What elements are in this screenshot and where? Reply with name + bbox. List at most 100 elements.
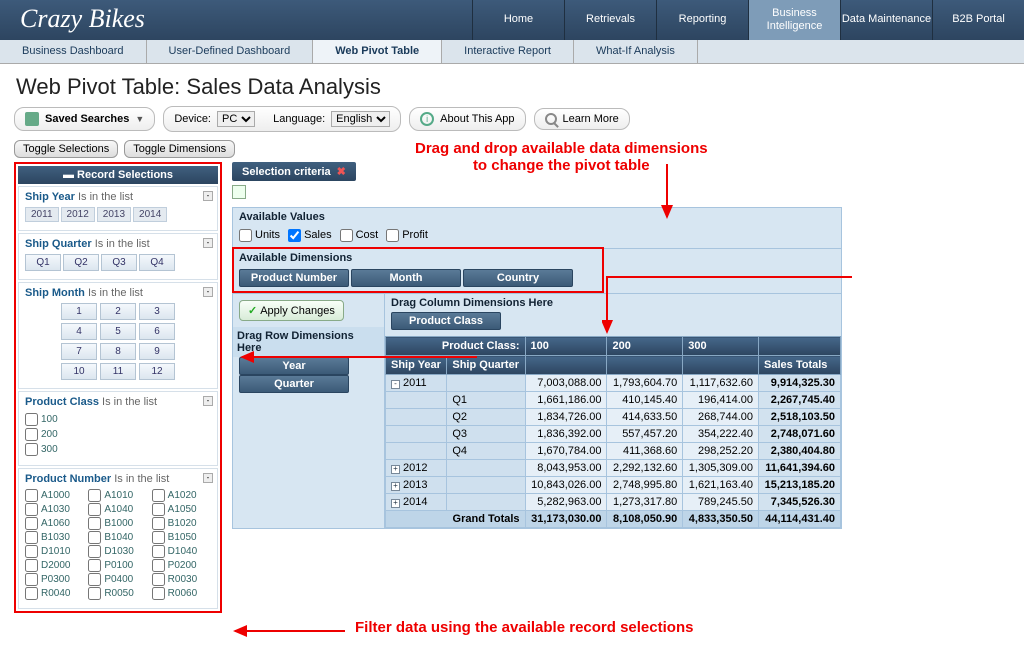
filter-checkbox[interactable]: B1030 bbox=[25, 531, 84, 544]
filter-value[interactable]: 1 bbox=[61, 303, 97, 320]
filter-checkbox[interactable]: R0050 bbox=[88, 587, 147, 600]
filter-checkbox[interactable]: A1020 bbox=[152, 489, 211, 502]
chevron-down-icon: ▼ bbox=[135, 114, 144, 124]
filter-checkbox[interactable]: D2000 bbox=[25, 559, 84, 572]
filter-checkbox[interactable]: R0030 bbox=[152, 573, 211, 586]
filter-checkbox[interactable]: A1060 bbox=[25, 517, 84, 530]
minimize-icon[interactable]: - bbox=[203, 396, 213, 406]
toggle-dimensions-button[interactable]: Toggle Dimensions bbox=[124, 140, 235, 158]
saved-searches-button[interactable]: Saved Searches ▼ bbox=[14, 107, 155, 131]
filter-value[interactable]: 7 bbox=[61, 343, 97, 360]
filter-ship-year: - Ship Year Is in the list 2011201220132… bbox=[18, 186, 218, 231]
dimension-pill[interactable]: Country bbox=[463, 269, 573, 287]
filter-checkbox[interactable]: 300 bbox=[25, 442, 211, 457]
filter-checkbox[interactable]: R0060 bbox=[152, 587, 211, 600]
topnav-item[interactable]: Business Intelligence bbox=[748, 0, 840, 40]
topnav-item[interactable]: Home bbox=[472, 0, 564, 40]
learn-more-button[interactable]: Learn More bbox=[534, 108, 630, 130]
filter-value[interactable]: 2012 bbox=[61, 207, 95, 222]
filter-checkbox[interactable]: B1040 bbox=[88, 531, 147, 544]
dimension-pill[interactable]: Product Class bbox=[391, 312, 501, 330]
filter-value[interactable]: 11 bbox=[100, 363, 136, 380]
available-dimensions-row: Product NumberMonthCountry bbox=[233, 267, 841, 293]
filter-checkbox[interactable]: A1010 bbox=[88, 489, 147, 502]
subnav-item[interactable]: Business Dashboard bbox=[0, 40, 147, 63]
filter-checkbox[interactable]: A1000 bbox=[25, 489, 84, 502]
filter-value[interactable]: 12 bbox=[139, 363, 175, 380]
about-app-button[interactable]: i About This App bbox=[409, 107, 525, 131]
filter-value[interactable]: 2011 bbox=[25, 207, 59, 222]
filter-value[interactable]: Q2 bbox=[63, 254, 99, 271]
selection-criteria-chip[interactable]: Selection criteria✖ bbox=[232, 162, 356, 181]
record-selections-panel: ▬ Record Selections - Ship Year Is in th… bbox=[14, 162, 222, 613]
filter-checkbox[interactable]: B1020 bbox=[152, 517, 211, 530]
topnav-item[interactable]: B2B Portal bbox=[932, 0, 1024, 40]
expand-icon[interactable]: + bbox=[391, 482, 400, 491]
topnav-item[interactable]: Reporting bbox=[656, 0, 748, 40]
minimize-icon[interactable]: - bbox=[203, 191, 213, 201]
topnav-item[interactable]: Retrievals bbox=[564, 0, 656, 40]
topnav-item[interactable]: Data Maintenance bbox=[840, 0, 932, 40]
row-dimensions-dropzone[interactable]: YearQuarter bbox=[233, 357, 384, 399]
filter-checkbox[interactable]: A1050 bbox=[152, 503, 211, 516]
filter-value[interactable]: Q1 bbox=[25, 254, 61, 271]
filter-checkbox[interactable]: R0040 bbox=[25, 587, 84, 600]
expand-icon[interactable]: + bbox=[391, 499, 400, 508]
filter-checkbox[interactable]: D1030 bbox=[88, 545, 147, 558]
dimension-pill[interactable]: Month bbox=[351, 269, 461, 287]
filter-value[interactable]: 2014 bbox=[133, 207, 167, 222]
minimize-icon[interactable]: - bbox=[203, 287, 213, 297]
filter-ship-quarter: - Ship Quarter Is in the list Q1Q2Q3Q4 bbox=[18, 233, 218, 280]
filter-value[interactable]: 4 bbox=[61, 323, 97, 340]
language-select[interactable]: English bbox=[331, 111, 390, 127]
filter-value[interactable]: 9 bbox=[139, 343, 175, 360]
filter-checkbox[interactable]: B1050 bbox=[152, 531, 211, 544]
filter-checkbox[interactable]: A1040 bbox=[88, 503, 147, 516]
filter-checkbox[interactable]: A1030 bbox=[25, 503, 84, 516]
subnav-item[interactable]: What-If Analysis bbox=[574, 40, 698, 63]
filter-value[interactable]: 3 bbox=[139, 303, 175, 320]
filter-value[interactable]: 5 bbox=[100, 323, 136, 340]
info-icon: i bbox=[420, 112, 434, 126]
dimension-pill[interactable]: Quarter bbox=[239, 375, 349, 393]
filter-product-number: - Product Number Is in the list A1000A10… bbox=[18, 468, 218, 609]
dimension-pill[interactable]: Year bbox=[239, 357, 349, 375]
value-checkbox[interactable]: Sales bbox=[288, 229, 332, 241]
filter-checkbox[interactable]: D1040 bbox=[152, 545, 211, 558]
filter-checkbox[interactable]: B1000 bbox=[88, 517, 147, 530]
filter-checkbox[interactable]: P0200 bbox=[152, 559, 211, 572]
filter-checkbox[interactable]: P0100 bbox=[88, 559, 147, 572]
subnav-item[interactable]: Web Pivot Table bbox=[313, 40, 442, 63]
check-icon: ✓ bbox=[248, 305, 257, 317]
filter-value[interactable]: Q4 bbox=[139, 254, 175, 271]
device-select[interactable]: PC bbox=[217, 111, 255, 127]
close-icon[interactable]: ✖ bbox=[337, 166, 346, 178]
filter-value[interactable]: Q3 bbox=[101, 254, 137, 271]
filter-value[interactable]: 6 bbox=[139, 323, 175, 340]
filter-checkbox[interactable]: P0400 bbox=[88, 573, 147, 586]
value-checkbox[interactable]: Cost bbox=[340, 229, 379, 241]
filter-value[interactable]: 10 bbox=[61, 363, 97, 380]
subnav-item[interactable]: User-Defined Dashboard bbox=[147, 40, 314, 63]
minimize-icon[interactable]: - bbox=[203, 473, 213, 483]
minimize-icon[interactable]: - bbox=[203, 238, 213, 248]
dimension-pill[interactable]: Product Number bbox=[239, 269, 349, 287]
value-checkbox[interactable]: Units bbox=[239, 229, 280, 241]
column-dimensions-dropzone[interactable]: Product Class bbox=[385, 312, 841, 336]
filter-value[interactable]: 8 bbox=[100, 343, 136, 360]
filter-checkbox[interactable]: 200 bbox=[25, 427, 211, 442]
filter-checkbox[interactable]: P0300 bbox=[25, 573, 84, 586]
subnav-item[interactable]: Interactive Report bbox=[442, 40, 574, 63]
filter-checkbox[interactable]: D1010 bbox=[25, 545, 84, 558]
available-values-row: Units Sales Cost Profit bbox=[233, 226, 841, 248]
expand-icon[interactable]: - bbox=[391, 380, 400, 389]
export-excel-icon[interactable] bbox=[232, 185, 246, 199]
expand-icon[interactable]: + bbox=[391, 465, 400, 474]
page-title: Web Pivot Table: Sales Data Analysis bbox=[0, 64, 1024, 106]
apply-changes-button[interactable]: ✓Apply Changes bbox=[239, 300, 344, 321]
filter-value[interactable]: 2013 bbox=[97, 207, 131, 222]
value-checkbox[interactable]: Profit bbox=[386, 229, 428, 241]
filter-checkbox[interactable]: 100 bbox=[25, 412, 211, 427]
toggle-selections-button[interactable]: Toggle Selections bbox=[14, 140, 118, 158]
filter-value[interactable]: 2 bbox=[100, 303, 136, 320]
